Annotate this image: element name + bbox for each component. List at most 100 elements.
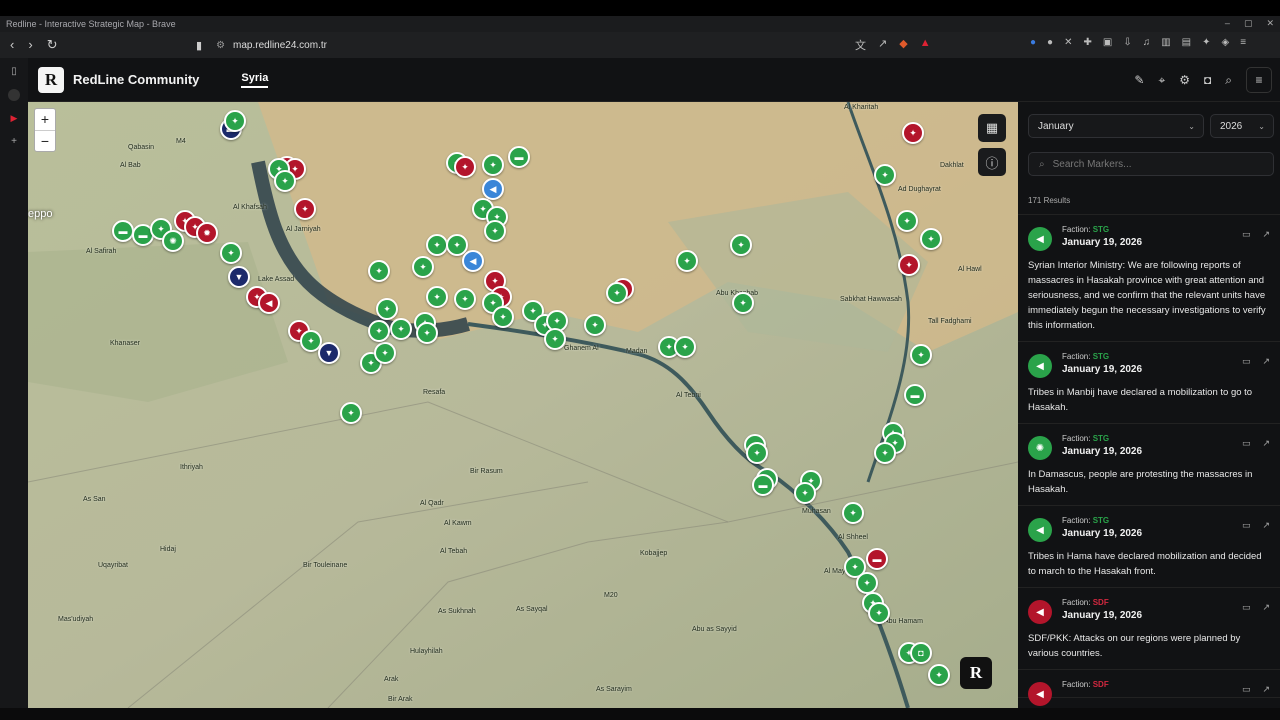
extension-1-icon[interactable]: ●: [1030, 37, 1036, 48]
feed-item[interactable]: ◀ Faction: SDF January 19, 2026 ▭ ↗ SDF/P…: [1018, 588, 1280, 670]
info-button[interactable]: ⓘ: [978, 148, 1006, 176]
external-link-icon[interactable]: ↗: [1262, 602, 1270, 613]
vehicle-marker-icon[interactable]: ▬: [112, 220, 134, 242]
translate-icon[interactable]: 文: [855, 37, 866, 53]
military-marker-icon[interactable]: ✦: [868, 602, 890, 624]
map-layers-button[interactable]: ▦: [978, 114, 1006, 142]
military-marker-icon[interactable]: ✦: [340, 402, 362, 424]
zoom-out-button[interactable]: −: [35, 131, 55, 153]
military-marker-icon[interactable]: ✦: [376, 298, 398, 320]
feed-item[interactable]: ◀ Faction: SDF ▭ ↗: [1018, 670, 1280, 706]
megaphone-marker-icon[interactable]: ◀: [258, 292, 280, 314]
military-marker-icon[interactable]: ✦: [374, 342, 396, 364]
military-marker-icon[interactable]: ✦: [426, 234, 448, 256]
military-marker-icon[interactable]: ✦: [224, 110, 246, 132]
zoom-in-button[interactable]: +: [35, 109, 55, 131]
military-marker-icon[interactable]: ✦: [220, 242, 242, 264]
add-panel-icon[interactable]: +: [11, 136, 17, 147]
search-markers-input[interactable]: ⌕ Search Markers...: [1028, 152, 1274, 176]
military-marker-icon[interactable]: ✦: [730, 234, 752, 256]
military-marker-icon[interactable]: ✦: [412, 256, 434, 278]
redline-logo[interactable]: R: [38, 66, 64, 93]
feed-item[interactable]: ◀ Faction: STG January 19, 2026 ▭ ↗ Syria…: [1018, 215, 1280, 342]
military-marker-icon[interactable]: ✦: [454, 288, 476, 310]
military-marker-icon[interactable]: ✦: [368, 260, 390, 282]
military-marker-icon[interactable]: ✦: [928, 664, 950, 686]
brave-shields-icon[interactable]: ◆: [899, 37, 907, 53]
wallet-icon[interactable]: ▤: [1182, 37, 1191, 48]
military-marker-icon[interactable]: ✦: [390, 318, 412, 340]
military-marker-icon[interactable]: ✦: [484, 220, 506, 242]
military-marker-icon[interactable]: ✦: [732, 292, 754, 314]
youtube-icon[interactable]: ▶: [11, 113, 18, 124]
military-marker-icon[interactable]: ✦: [896, 210, 918, 232]
military-marker-icon[interactable]: ✦: [584, 314, 606, 336]
drone-marker-icon[interactable]: ▼: [228, 266, 250, 288]
media-icon[interactable]: ♫: [1143, 37, 1151, 48]
video-icon[interactable]: ▭: [1242, 602, 1251, 613]
map-canvas[interactable]: + − ▦ ⓘ Qabasin Al Bab eppo Al Safirah A…: [28, 102, 1018, 708]
vpn-icon[interactable]: ◈: [1222, 37, 1230, 48]
feed-item[interactable]: ✺ Faction: STG January 19, 2026 ▭ ↗ In Da…: [1018, 424, 1280, 506]
external-link-icon[interactable]: ↗: [1262, 438, 1270, 449]
military-marker-icon[interactable]: ✦: [910, 344, 932, 366]
screenshot-icon[interactable]: ▣: [1103, 37, 1112, 48]
settings-icon[interactable]: ⚙: [1179, 73, 1190, 87]
sidebar-app-icon[interactable]: [8, 89, 20, 101]
attack-marker-icon[interactable]: ✦: [454, 156, 476, 178]
explosion-marker-icon[interactable]: ✹: [196, 222, 218, 244]
back-icon[interactable]: ‹: [10, 37, 14, 53]
share-icon[interactable]: ↗: [878, 37, 887, 53]
location-pin-icon[interactable]: ⌖: [1158, 73, 1165, 88]
military-marker-icon[interactable]: ✦: [874, 164, 896, 186]
extension-3-icon[interactable]: ✕: [1064, 37, 1072, 48]
camera-marker-icon[interactable]: ◘: [910, 642, 932, 664]
vehicle-marker-icon[interactable]: ▬: [866, 548, 888, 570]
reload-icon[interactable]: ↻: [47, 37, 58, 53]
drone-marker-icon[interactable]: ▼: [318, 342, 340, 364]
attack-marker-icon[interactable]: ✦: [902, 122, 924, 144]
external-link-icon[interactable]: ↗: [1262, 520, 1270, 531]
military-marker-icon[interactable]: ✦: [606, 282, 628, 304]
military-marker-icon[interactable]: ✦: [794, 482, 816, 504]
military-marker-icon[interactable]: ✦: [426, 286, 448, 308]
site-info-icon[interactable]: ⚙: [216, 40, 225, 51]
video-icon[interactable]: ▭: [1242, 438, 1251, 449]
brave-rewards-icon[interactable]: ▲: [920, 37, 931, 53]
month-select[interactable]: January ⌄: [1028, 114, 1204, 138]
brand-name[interactable]: RedLine Community: [73, 72, 199, 87]
tab-syria[interactable]: Syria: [241, 72, 269, 88]
download-icon[interactable]: ⇩: [1123, 37, 1131, 48]
maximize-icon[interactable]: ▢: [1244, 18, 1253, 29]
video-icon[interactable]: ▭: [1242, 229, 1251, 240]
external-link-icon[interactable]: ↗: [1262, 356, 1270, 367]
sidebar-panel-icon[interactable]: ▯: [11, 66, 17, 77]
military-marker-icon[interactable]: ✦: [674, 336, 696, 358]
military-marker-icon[interactable]: ✦: [842, 502, 864, 524]
video-icon[interactable]: ▭: [1242, 356, 1251, 367]
megaphone-marker-icon[interactable]: ◀: [462, 250, 484, 272]
hamburger-menu-icon[interactable]: ≡: [1246, 67, 1272, 93]
camera-icon[interactable]: ◘: [1204, 73, 1211, 87]
military-marker-icon[interactable]: ✦: [274, 170, 296, 192]
search-icon[interactable]: ⌕: [1225, 73, 1232, 88]
attack-marker-icon[interactable]: ✦: [294, 198, 316, 220]
year-select[interactable]: 2026 ⌄: [1210, 114, 1274, 138]
vehicle-marker-icon[interactable]: ▬: [904, 384, 926, 406]
redline-floating-badge[interactable]: R: [960, 657, 992, 689]
military-marker-icon[interactable]: ✦: [368, 320, 390, 342]
vehicle-marker-icon[interactable]: ▬: [752, 474, 774, 496]
military-marker-icon[interactable]: ✦: [856, 572, 878, 594]
extension-2-icon[interactable]: ●: [1047, 37, 1053, 48]
military-marker-icon[interactable]: ✦: [874, 442, 896, 464]
extensions-icon[interactable]: ✚: [1083, 37, 1091, 48]
military-marker-icon[interactable]: ✦: [746, 442, 768, 464]
video-icon[interactable]: ▭: [1242, 684, 1251, 695]
address-bar[interactable]: ▮ ⚙ map.redline24.com.tr: [196, 35, 946, 55]
protest-marker-icon[interactable]: ✺: [162, 230, 184, 252]
draw-icon[interactable]: ✎: [1134, 73, 1144, 87]
military-marker-icon[interactable]: ✦: [920, 228, 942, 250]
close-window-icon[interactable]: ✕: [1266, 18, 1274, 29]
military-marker-icon[interactable]: ✦: [676, 250, 698, 272]
megaphone-marker-icon[interactable]: ◀: [482, 178, 504, 200]
